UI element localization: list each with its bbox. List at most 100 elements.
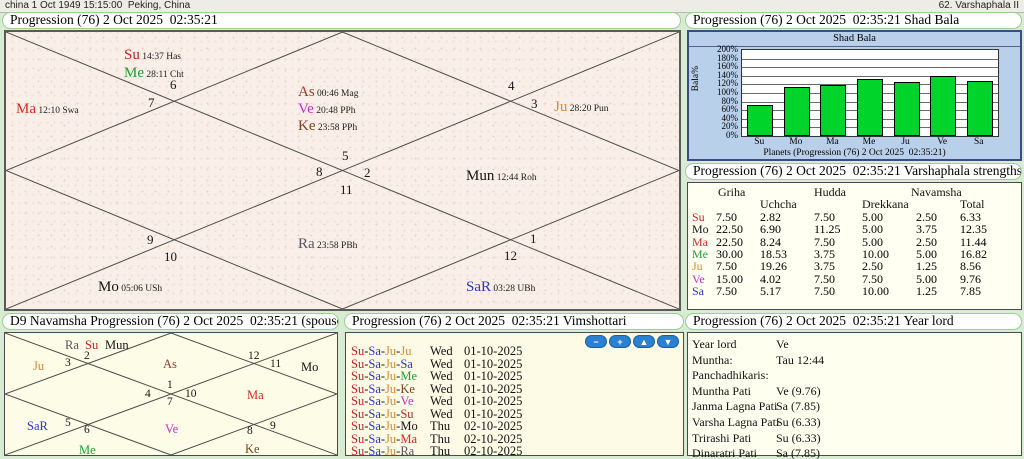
planet-label-mun: Mun 12:44 Roh [466, 167, 537, 185]
shadbala-header: Progression (76) 2 Oct 2025 02:35:21 Sha… [685, 12, 1022, 29]
planet-label-me: Me 28:11 Cht [124, 64, 184, 82]
planet-label-mo: Mo [301, 358, 318, 376]
planet-label-ma: Ma [247, 386, 264, 404]
house-number: 4 [145, 388, 151, 400]
planet-degree-nakshatra: 28:20 Pun [567, 104, 609, 114]
strengths-row: Sa 7.50 5.17 7.50 10.00 1.25 7.85 [688, 283, 1021, 298]
strengths-header: Progression (76) 2 Oct 2025 02:35:21 Var… [685, 163, 1022, 180]
planet-abbr: Ma [247, 388, 264, 402]
house-number: 1 [530, 231, 537, 246]
planet-label-ma: Ma 12:10 Swa [16, 100, 79, 118]
planet-abbr: Ve [165, 422, 179, 436]
strengths-table: Griha Hudda Navamsha Uchcha Drekkana Tot… [687, 182, 1022, 310]
gridline [742, 58, 998, 60]
planet-abbr: Ke [245, 442, 260, 456]
planet-label-ju: Ju [33, 357, 44, 375]
y-tick-label: 160% [717, 61, 738, 72]
strengths-row: Ve 15.00 4.02 7.50 7.50 5.00 9.76 [688, 272, 1021, 286]
yearlord-header: Progression (76) 2 Oct 2025 02:35:21 Yea… [685, 313, 1022, 330]
yearlord-value: Ve [776, 337, 789, 351]
y-tick-label: 40% [721, 112, 739, 123]
planet-abbr: Ke [298, 118, 316, 134]
shadbala-bar-ve [930, 76, 957, 136]
app-window: china 1 Oct 1949 15:15:00 Peking, China … [0, 0, 1024, 459]
planet-degree-nakshatra: 00:46 Mag [314, 89, 359, 99]
planet-label-sar: SaR 03:28 UBh [466, 278, 535, 296]
planet-abbr: Su [124, 47, 140, 63]
planet-abbr: As [163, 357, 177, 371]
shadbala-chart: Shad Bala Bala% Planets (Progression (76… [687, 30, 1022, 161]
yearlord-label: Muntha: [692, 352, 733, 367]
yearlord-value: Ve (9.76) [776, 383, 821, 398]
strengths-row: Ju 7.50 19.26 3.75 2.50 1.25 8.56 [688, 259, 1021, 273]
planet-abbr: Mo [301, 360, 319, 374]
plot-area [741, 49, 999, 137]
yearlord-table: Year lord Ve Muntha: Tau 12:44 Panchadhikari… [687, 332, 1022, 459]
x-tick-label: Ve [937, 137, 948, 147]
main-chart-header: Progression (76) 2 Oct 2025 02:35:21 [2, 12, 681, 29]
planet-abbr: Mun [105, 338, 129, 352]
planet-abbr: Ma [16, 101, 36, 117]
house-number: 3 [531, 96, 538, 111]
house-number: 10 [164, 249, 177, 264]
planet-label-as: As [163, 355, 177, 373]
planet-label-ke: Ke 23:58 PPh [298, 117, 357, 135]
house-number: 4 [508, 78, 515, 93]
planet-abbr: Ra [298, 236, 315, 252]
dasha-weekday: Thu [430, 444, 451, 456]
row-planet: Sa [692, 283, 704, 298]
planet-degree-nakshatra: 23:58 PBh [314, 241, 358, 251]
house-number: 7 [167, 396, 173, 408]
shadbala-bar-su [747, 105, 774, 136]
planet-degree-nakshatra: 12:10 Swa [36, 106, 79, 116]
house-number: 3 [65, 357, 71, 369]
x-tick-label: Su [754, 137, 765, 147]
y-tick-label: 120% [717, 78, 738, 89]
house-number: 7 [148, 95, 155, 110]
house-number: 10 [185, 388, 197, 400]
yearlord-label: Janma Lagna Pati [692, 399, 778, 414]
vimshottari-row[interactable]: Su-Sa-Ju-Ra Thu 02-10-2025 [351, 444, 522, 456]
y-tick-label: 20% [721, 121, 739, 132]
planet-degree-nakshatra: 12:44 Roh [494, 173, 537, 183]
zoom-in-button[interactable]: + [609, 335, 631, 348]
yearlord-value: Tau 12:44 [776, 352, 825, 367]
x-axis-label: Planets (Progression (76) 2 Oct 2025 02:… [763, 148, 946, 158]
planet-label-ra: Ra 23:58 PBh [298, 235, 357, 253]
x-tick-label: Ma [826, 137, 839, 147]
house-number: 12 [504, 248, 517, 263]
yearlord-value: Su (6.33) [776, 415, 821, 429]
planet-label-su: Su 14:37 Has [124, 46, 181, 64]
house-number: 11 [270, 358, 282, 370]
planet-degree-nakshatra: 23:58 PPh [315, 123, 358, 133]
x-tick-label: Mo [789, 137, 803, 147]
scroll-down-button[interactable]: ▼ [657, 335, 679, 348]
main-rasi-chart[interactable]: 6 7 4 3 5 8 2 11 9 10 1 12 Su 14:37 Has Me 28:11 Cht M… [4, 30, 681, 311]
house-number: 5 [342, 148, 349, 163]
shadbala-bar-ju [893, 82, 920, 136]
scroll-up-button[interactable]: ▲ [633, 335, 655, 348]
planet-abbr: Me [124, 65, 144, 81]
house-number: 5 [65, 417, 71, 429]
d9-chart-header: D9 Navamsha Progression (76) 2 Oct 2025 … [2, 313, 339, 330]
d9-navamsha-chart[interactable]: 2 3 12 11 1 4 10 7 5 6 9 8 Ra Su Mun Ju As Mo Ma SaR Ve Me Ke [4, 332, 338, 458]
house-number: 9 [270, 420, 276, 432]
planet-label-su: Su [85, 336, 98, 354]
y-tick-label: 140% [717, 69, 738, 80]
planet-abbr: SaR [466, 279, 492, 295]
planet-abbr: Su [85, 338, 99, 352]
shadbala-bar-me [857, 78, 883, 136]
chart-title: Shad Bala [689, 33, 1020, 47]
dasha-chain: Su-Sa-Ju-Ra [351, 444, 415, 456]
planet-label-ve: Ve 20:48 PPh [298, 100, 356, 118]
planet-degree-nakshatra: 03:28 UBh [491, 284, 536, 294]
gridline [742, 75, 998, 77]
house-number: 9 [147, 232, 154, 247]
planet-label-ju: Ju 28:20 Pun [554, 98, 609, 116]
zoom-out-button[interactable]: − [585, 335, 607, 348]
col-header-hudda: Hudda [814, 185, 846, 199]
chart-grid-lines [6, 32, 679, 309]
strength-value: 7.50 [716, 283, 737, 298]
planet-label-ke: Ke [245, 440, 260, 458]
planet-abbr: Ve [298, 101, 314, 117]
